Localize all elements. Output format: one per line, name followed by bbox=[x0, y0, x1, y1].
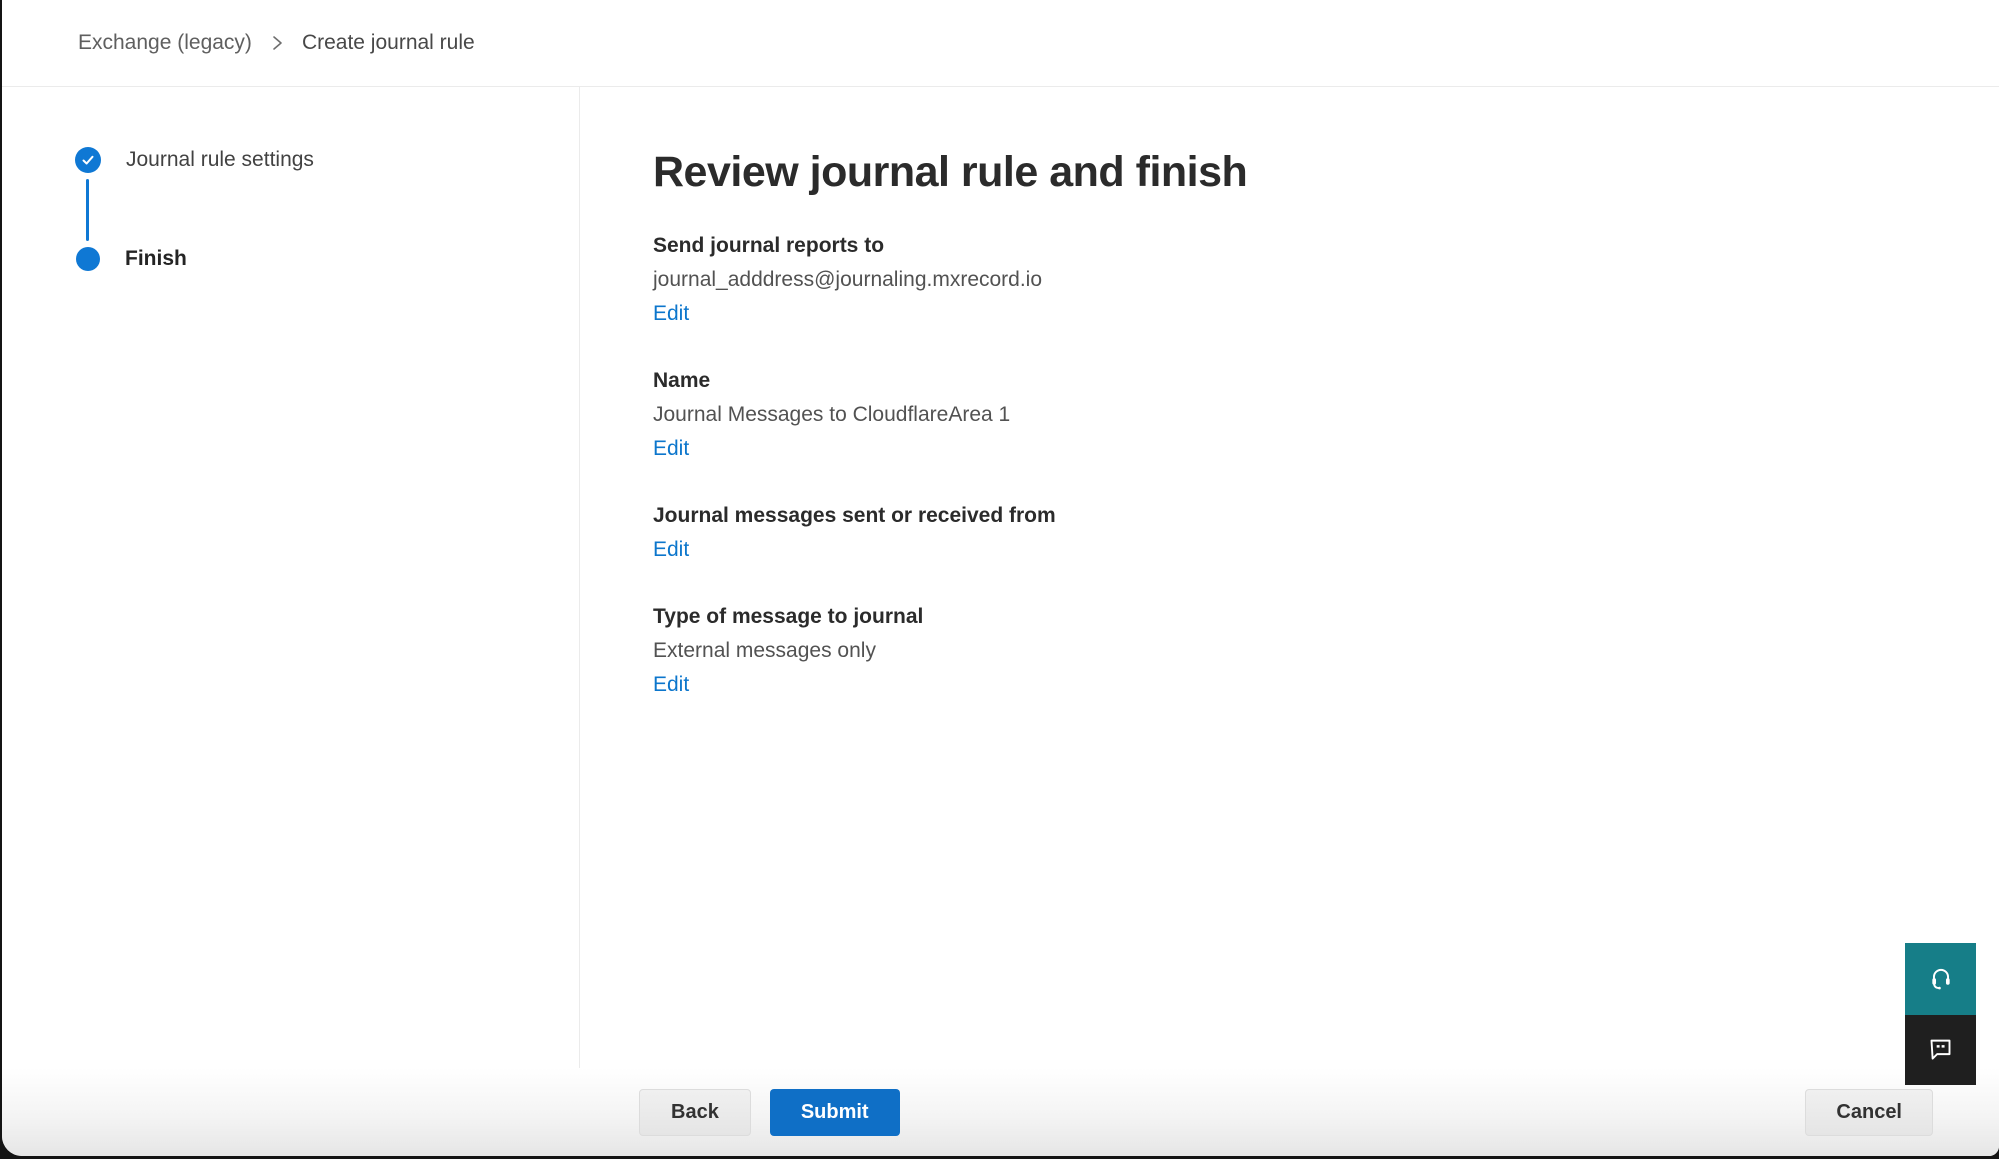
review-section-message-type: Type of message to journal External mess… bbox=[653, 600, 1999, 702]
feedback-icon bbox=[1927, 1035, 1954, 1065]
create-journal-rule-panel: Exchange (legacy) Create journal rule Jo… bbox=[2, 0, 1999, 1156]
section-title: Type of message to journal bbox=[653, 600, 1999, 634]
edit-send-journal-reports-link[interactable]: Edit bbox=[653, 297, 689, 331]
support-button[interactable] bbox=[1905, 943, 1976, 1015]
review-section-send-journal-reports-to: Send journal reports to journal_adddress… bbox=[653, 229, 1999, 331]
wizard-step-finish[interactable]: Finish bbox=[75, 247, 579, 271]
edit-name-link[interactable]: Edit bbox=[653, 432, 689, 466]
submit-button[interactable]: Submit bbox=[770, 1089, 900, 1136]
headset-icon bbox=[1928, 965, 1954, 994]
step-completed-check-icon bbox=[75, 147, 101, 173]
wizard-step-label: Finish bbox=[125, 247, 187, 271]
section-title: Journal messages sent or received from bbox=[653, 499, 1999, 533]
back-button[interactable]: Back bbox=[639, 1089, 751, 1136]
breadcrumb-current-page: Create journal rule bbox=[302, 31, 475, 55]
chevron-right-icon bbox=[270, 35, 284, 51]
feedback-button[interactable] bbox=[1905, 1015, 1976, 1085]
page-title: Review journal rule and finish bbox=[653, 145, 1999, 199]
cancel-button[interactable]: Cancel bbox=[1805, 1089, 1933, 1136]
wizard-steps-nav: Journal rule settings Finish bbox=[2, 87, 580, 1068]
review-section-name: Name Journal Messages to CloudflareArea … bbox=[653, 364, 1999, 466]
content-row: Journal rule settings Finish Review jour… bbox=[2, 87, 1999, 1068]
floating-widgets bbox=[1905, 943, 1976, 1085]
wizard-step-journal-rule-settings[interactable]: Journal rule settings bbox=[75, 147, 579, 173]
breadcrumb: Exchange (legacy) Create journal rule bbox=[2, 0, 1999, 87]
step-current-dot-icon bbox=[76, 247, 100, 271]
breadcrumb-link-exchange-legacy[interactable]: Exchange (legacy) bbox=[78, 31, 252, 55]
wizard-footer: Back Submit Cancel bbox=[2, 1068, 1999, 1156]
section-title: Send journal reports to bbox=[653, 229, 1999, 263]
section-value: External messages only bbox=[653, 634, 1999, 668]
step-connector-line bbox=[86, 179, 89, 241]
wizard-step-label: Journal rule settings bbox=[126, 148, 314, 172]
review-section-journal-messages-scope: Journal messages sent or received from E… bbox=[653, 499, 1999, 567]
review-panel: Review journal rule and finish Send jour… bbox=[580, 87, 1999, 1068]
section-title: Name bbox=[653, 364, 1999, 398]
edit-journal-messages-scope-link[interactable]: Edit bbox=[653, 533, 689, 567]
edit-message-type-link[interactable]: Edit bbox=[653, 668, 689, 702]
section-value: journal_adddress@journaling.mxrecord.io bbox=[653, 263, 1999, 297]
section-value: Journal Messages to CloudflareArea 1 bbox=[653, 398, 1999, 432]
